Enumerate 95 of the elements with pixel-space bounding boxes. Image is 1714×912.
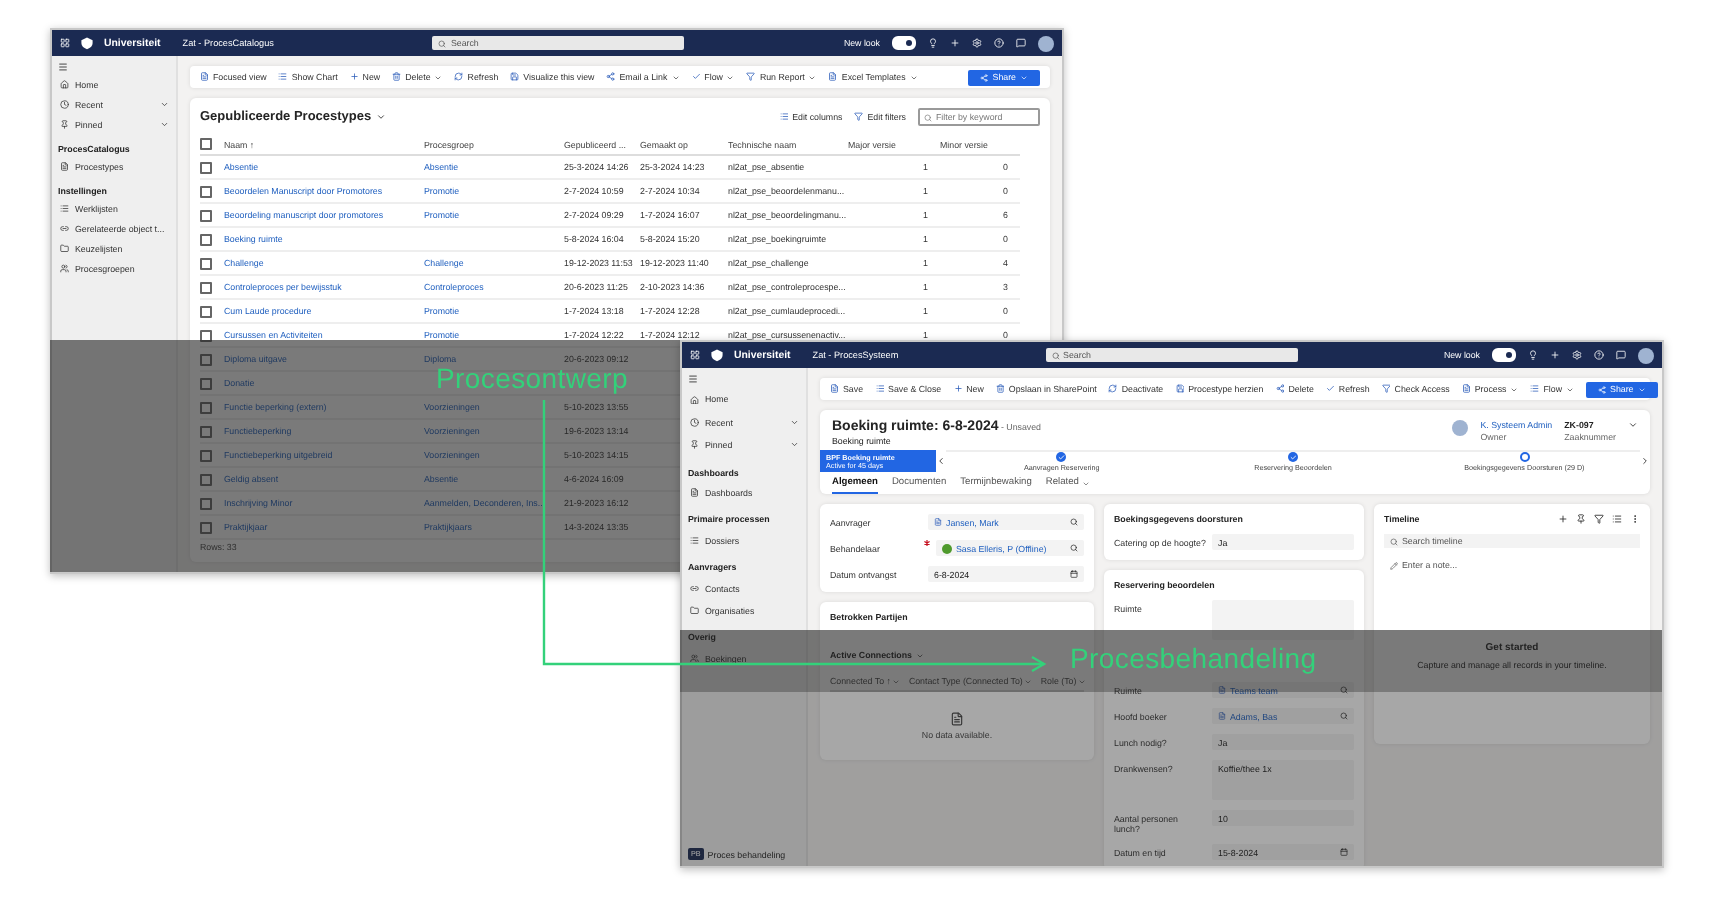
command-icon	[995, 384, 1005, 394]
chevron-down-icon	[789, 418, 798, 428]
record-icon	[1218, 686, 1226, 694]
command-icon	[691, 72, 701, 82]
chevron-left-icon	[936, 456, 946, 466]
checkbox[interactable]	[200, 449, 212, 461]
command-icon	[875, 384, 885, 394]
checkbox[interactable]	[200, 377, 212, 389]
columns-icon	[779, 112, 789, 122]
checkbox[interactable]	[200, 257, 212, 269]
search-icon	[438, 39, 447, 47]
share-icon	[980, 73, 989, 81]
checkbox[interactable]	[200, 209, 212, 221]
filter-icon	[854, 112, 864, 122]
filter-icon	[1594, 514, 1604, 524]
checkbox[interactable]	[200, 521, 212, 533]
chevron-down-icon	[1628, 420, 1638, 430]
owner-avatar	[1452, 420, 1469, 436]
command-icon	[1108, 384, 1118, 394]
command-icon	[200, 72, 209, 82]
home-icon	[60, 80, 69, 90]
checkbox[interactable]	[200, 305, 212, 317]
plus-icon	[1558, 514, 1568, 524]
home-icon	[690, 395, 699, 405]
chevron-down-icon	[789, 440, 798, 450]
lightbulb-icon	[1528, 350, 1538, 360]
chevron-down-icon	[375, 112, 386, 122]
command-icon	[606, 72, 616, 82]
command-icon	[454, 72, 464, 82]
search-icon	[1051, 351, 1060, 359]
plus-icon	[1550, 350, 1560, 360]
settings-icon	[972, 38, 982, 48]
command-icon	[828, 72, 838, 82]
search-icon	[1070, 518, 1078, 526]
command-icon	[830, 384, 839, 394]
checkbox[interactable]	[200, 185, 212, 197]
user-avatar[interactable]	[1638, 347, 1654, 363]
checkbox[interactable]	[200, 473, 212, 485]
record-icon	[1218, 712, 1226, 720]
new-look-toggle[interactable]	[1492, 348, 1516, 362]
record-icon	[934, 518, 942, 526]
app-launcher-icon	[60, 38, 70, 48]
new-look-toggle[interactable]	[892, 36, 916, 50]
chat-icon	[1016, 38, 1026, 48]
list-icon	[1612, 514, 1622, 524]
help-icon	[994, 38, 1004, 48]
university-crest-icon	[80, 36, 94, 50]
pin-icon	[1576, 514, 1586, 524]
university-crest-icon	[710, 348, 724, 362]
command-icon	[1461, 384, 1471, 394]
command-icon	[1381, 384, 1391, 394]
clock-icon	[60, 100, 69, 110]
help-icon	[1594, 350, 1604, 360]
chevron-right-icon	[1640, 456, 1650, 466]
command-icon	[1275, 384, 1285, 394]
command-icon	[510, 72, 520, 82]
checkbox[interactable]	[200, 425, 212, 437]
avatar-dot	[942, 543, 952, 553]
pencil-icon	[1390, 561, 1398, 569]
command-icon	[392, 72, 402, 82]
clock-icon	[690, 418, 699, 428]
command-icon	[1325, 384, 1335, 394]
app-launcher-icon	[690, 350, 700, 360]
menu-icon	[58, 62, 68, 72]
search-icon	[1390, 537, 1398, 545]
calendar-icon	[1070, 570, 1078, 578]
pin-icon	[690, 440, 699, 450]
checkbox[interactable]	[200, 329, 212, 341]
pin-icon	[60, 120, 69, 130]
checkbox[interactable]	[200, 281, 212, 293]
search-icon	[1070, 544, 1078, 552]
command-icon	[278, 72, 288, 82]
checkbox[interactable]	[200, 138, 212, 150]
command-icon	[746, 72, 756, 82]
chat-icon	[1616, 350, 1626, 360]
checkbox[interactable]	[200, 233, 212, 245]
search-icon	[1340, 712, 1348, 720]
lightbulb-icon	[928, 38, 938, 48]
input-field[interactable]	[1212, 600, 1354, 640]
section-label: Procesbehandeling	[1070, 644, 1317, 672]
checkbox[interactable]	[200, 161, 212, 173]
command-icon	[1175, 384, 1185, 394]
plus-icon	[950, 38, 960, 48]
share-icon	[1598, 385, 1607, 393]
settings-icon	[1572, 350, 1582, 360]
search-icon	[924, 113, 932, 121]
checkbox[interactable]	[200, 497, 212, 509]
command-icon	[1530, 384, 1540, 394]
document-icon	[950, 712, 964, 726]
search-icon	[1340, 686, 1348, 694]
checkbox[interactable]	[200, 353, 212, 365]
checkbox[interactable]	[200, 401, 212, 413]
menu-icon	[688, 374, 698, 384]
calendar-icon	[1340, 848, 1348, 856]
user-avatar[interactable]	[1038, 35, 1054, 51]
